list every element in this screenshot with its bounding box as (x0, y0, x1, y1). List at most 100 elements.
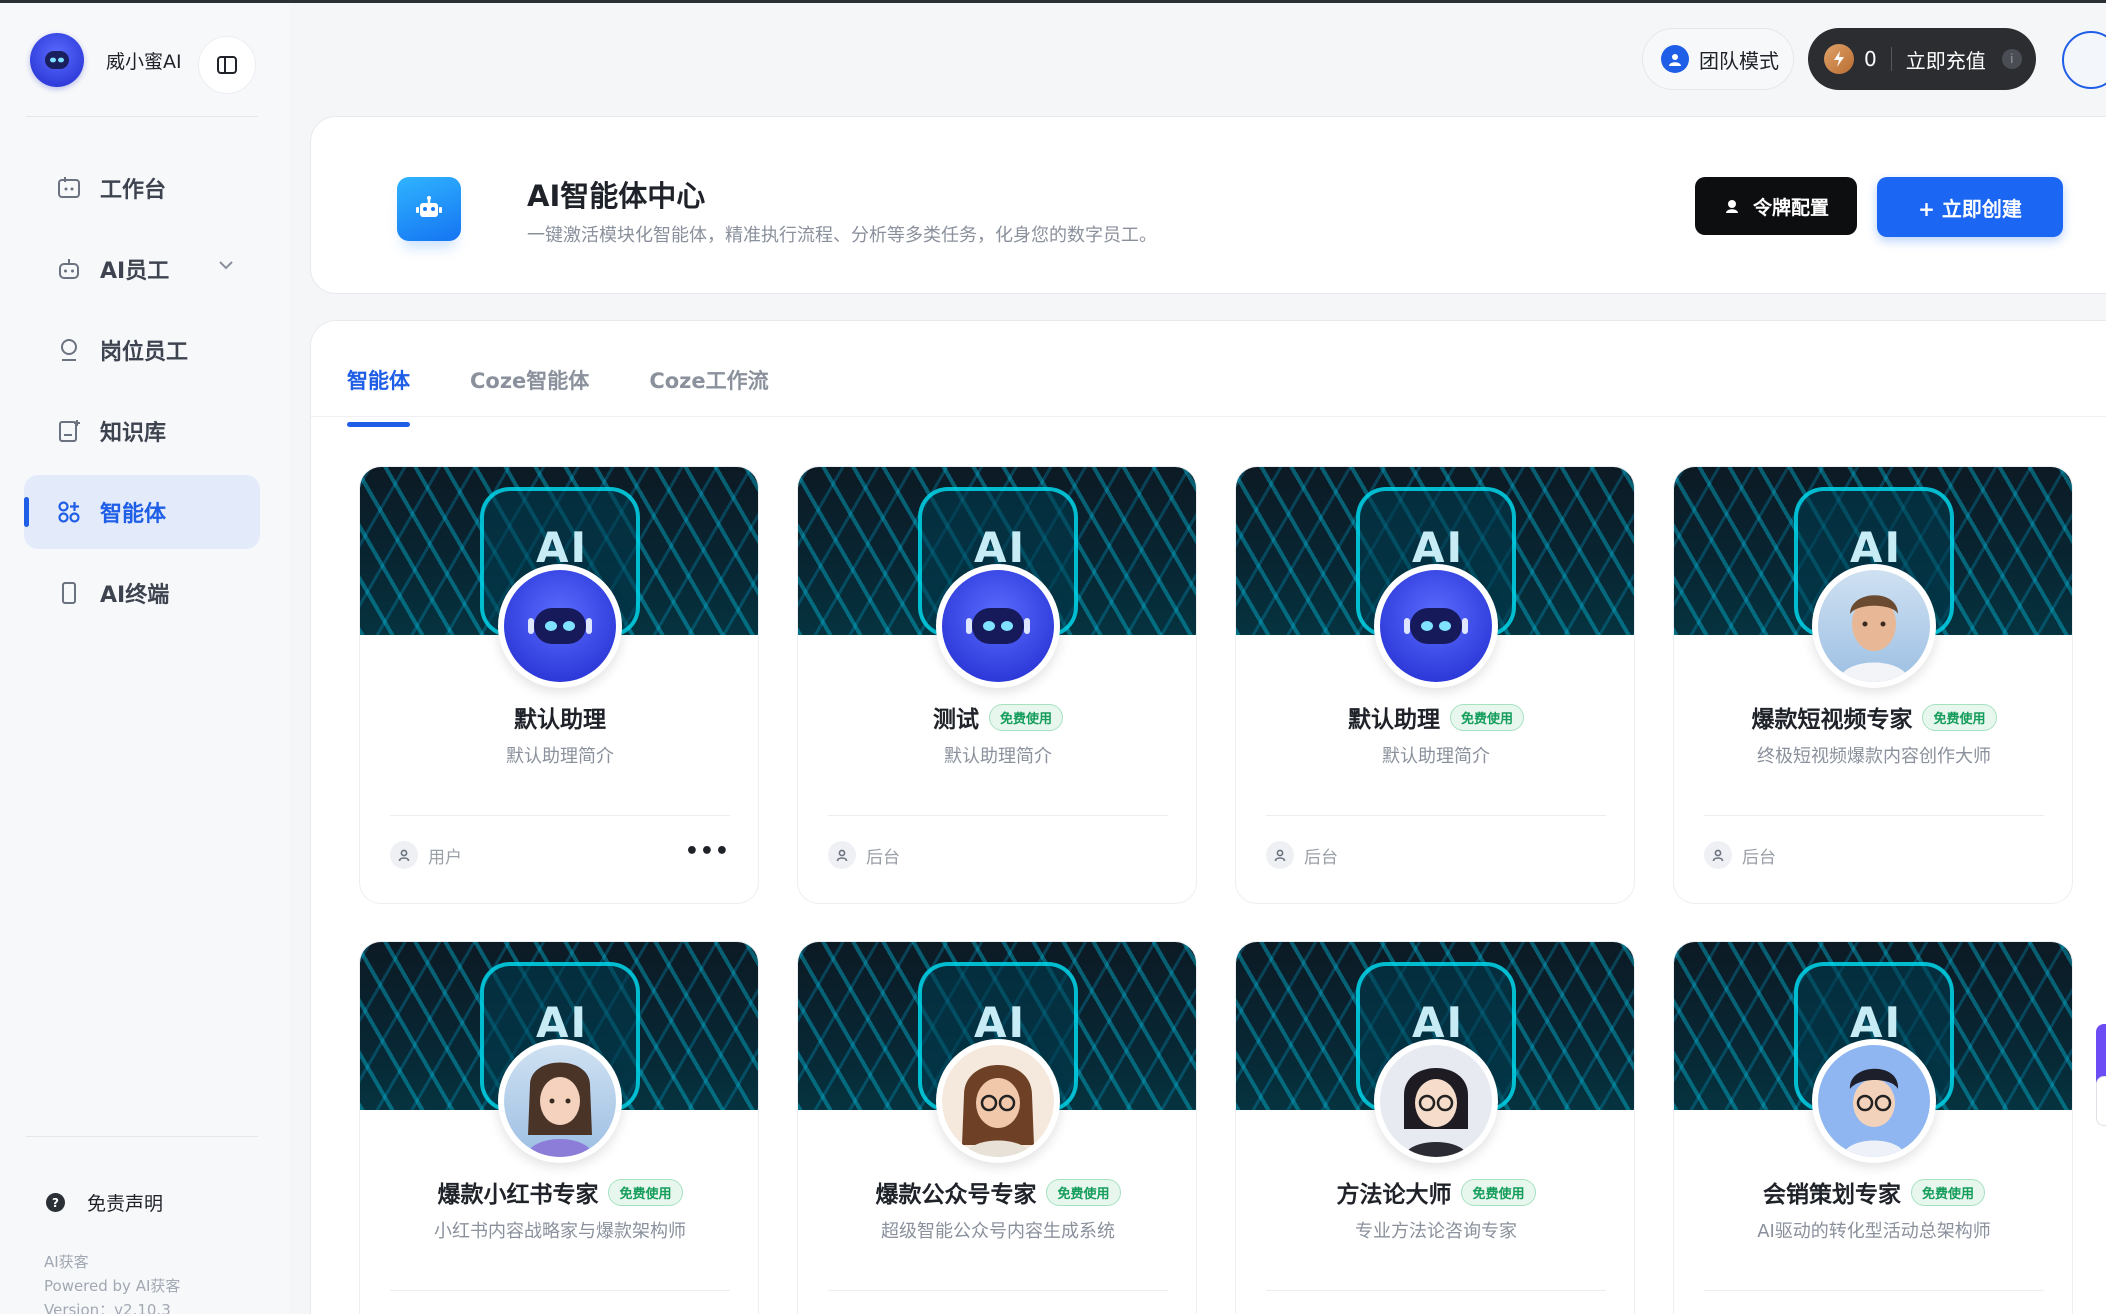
info-icon[interactable]: i (2001, 49, 2022, 69)
owner-label: 用户 (428, 847, 462, 868)
owner-label: 后台 (1742, 847, 1776, 868)
agent-description: AI驱动的转化型活动总架构师 (1757, 1221, 1991, 1242)
sidebar-item-ai-terminal[interactable]: AI终端 (24, 556, 260, 630)
sidebar-item-label: 知识库 (100, 421, 167, 446)
free-badge: 免费使用 (1910, 1178, 1985, 1206)
agent-title: 爆款短视频专家 (1751, 707, 1913, 733)
disclaimer-link[interactable]: ? 免责声明 (46, 1189, 163, 1216)
robot-icon (56, 256, 82, 282)
sidebar-item-label: 工作台 (100, 178, 167, 203)
free-badge: 免费使用 (1046, 1178, 1121, 1206)
agent-title-row: 爆款短视频专家 免费使用 (1674, 700, 2072, 734)
brand[interactable]: 威小蜜AI (30, 33, 182, 87)
agent-title: 爆款公众号专家 (875, 1182, 1037, 1208)
agent-title: 测试 (932, 707, 979, 733)
sidebar-item-workbench[interactable]: 工作台 (24, 151, 260, 225)
agent-center-robot-icon (397, 177, 461, 241)
sidebar-item-label: 岗位员工 (100, 340, 189, 365)
sidebar-item-agents[interactable]: 智能体 (24, 475, 260, 549)
agent-card[interactable]: AI 爆款公众号专家 免费使用 超级智能公众号内容生成系统 (797, 941, 1197, 1314)
agent-card[interactable]: AI 爆款小红书专家 免费使用 小红书内容战略家与爆款架构师 (359, 941, 759, 1314)
user-icon (1661, 45, 1689, 73)
agent-card[interactable]: AI 爆款短视频专家 免费使用 终极短视频爆款内容创作大师 后台 (1673, 466, 2073, 904)
card-divider (1704, 815, 2044, 816)
sidebar-item-position-staff[interactable]: 岗位员工 (24, 313, 260, 387)
sidebar-item-label: AI员工 (100, 259, 170, 284)
footer-version: Version：v2.10.3 (44, 1301, 171, 1314)
shield-user-icon (1725, 200, 1738, 213)
floating-side-tab-secondary[interactable] (2096, 1076, 2106, 1126)
agent-avatar (936, 564, 1060, 688)
tabs-divider (311, 416, 2106, 417)
sidebar-collapse-button[interactable] (198, 36, 256, 94)
sidebar: 威小蜜AI 工作台 AI员工 岗位员工 知识库 智能体 AI终端 ? 免责声明 … (0, 3, 290, 1314)
recharge-button[interactable]: 0 立即充值 i (1808, 28, 2036, 90)
question-icon: ? (46, 1193, 65, 1212)
team-mode-button[interactable]: 团队模式 (1642, 28, 1794, 90)
sidebar-divider (26, 116, 258, 117)
brand-logo-icon (30, 33, 84, 87)
credit-balance: 0 (1864, 47, 1877, 71)
free-badge: 免费使用 (1922, 703, 1997, 731)
card-divider (828, 1290, 1168, 1291)
sidebar-item-knowledge[interactable]: 知识库 (24, 394, 260, 468)
agent-avatar (936, 1039, 1060, 1163)
agent-avatar (1812, 564, 1936, 688)
owner-label: 后台 (1304, 847, 1338, 868)
agent-card[interactable]: AI 默认助理 默认助理简介 用户 ••• (359, 466, 759, 904)
agent-title: 默认助理 (1347, 707, 1440, 733)
agent-description: 专业方法论咨询专家 (1355, 1221, 1517, 1242)
agent-owner: 用户 (390, 841, 462, 869)
agent-description: 默认助理简介 (506, 746, 614, 767)
card-divider (1266, 815, 1606, 816)
more-options-icon[interactable]: ••• (685, 839, 730, 864)
create-agent-button[interactable]: + 立即创建 (1877, 177, 2063, 237)
card-divider (1266, 1290, 1606, 1291)
agent-owner: 后台 (828, 841, 900, 869)
agents-icon (56, 499, 82, 525)
free-badge: 免费使用 (1461, 1178, 1536, 1206)
card-divider (390, 1290, 730, 1291)
agent-title-row: 测试 免费使用 (798, 700, 1196, 734)
agent-title: 会销策划专家 (1762, 1182, 1901, 1208)
lightning-coin-icon (1824, 44, 1854, 74)
person-icon (56, 337, 82, 363)
sidebar-item-ai-staff[interactable]: AI员工 (24, 232, 260, 306)
agent-card[interactable]: AI 方法论大师 免费使用 专业方法论咨询专家 (1235, 941, 1635, 1314)
agent-title-row: 爆款公众号专家 免费使用 (798, 1175, 1196, 1209)
credit-separator (1890, 47, 1892, 71)
card-divider (828, 815, 1168, 816)
agent-description: 默认助理简介 (1382, 746, 1490, 767)
agent-card[interactable]: AI 默认助理 免费使用 默认助理简介 后台 (1235, 466, 1635, 904)
token-config-button[interactable]: 令牌配置 (1695, 177, 1857, 235)
disclaimer-label: 免责声明 (87, 1193, 164, 1215)
sidebar-item-label: AI终端 (100, 583, 170, 608)
agent-card[interactable]: AI 测试 免费使用 默认助理简介 后台 (797, 466, 1197, 904)
agent-owner: 后台 (1704, 841, 1776, 869)
agent-title-row: 默认助理 (360, 700, 758, 734)
owner-user-icon (390, 841, 418, 869)
phone-icon (56, 580, 82, 606)
agent-card[interactable]: AI 会销策划专家 免费使用 AI驱动的转化型活动总架构师 (1673, 941, 2073, 1314)
agents-panel: 智能体 Coze智能体 Coze工作流 AI 默认助理 默认助理简介 用户 ••• AI 测… (310, 320, 2106, 1314)
user-avatar[interactable] (2062, 31, 2106, 89)
agent-description: 终极短视频爆款内容创作大师 (1757, 746, 1991, 767)
page-title: AI智能体中心 (527, 179, 706, 213)
agent-title-row: 爆款小红书专家 免费使用 (360, 1175, 758, 1209)
agent-title-row: 方法论大师 免费使用 (1236, 1175, 1634, 1209)
agent-title: 爆款小红书专家 (437, 1182, 599, 1208)
agent-description: 默认助理简介 (944, 746, 1052, 767)
workbench-icon (56, 175, 82, 201)
card-divider (1704, 1290, 2044, 1291)
agent-avatar (1374, 564, 1498, 688)
page-subtitle: 一键激活模块化智能体，精准执行流程、分析等多类任务，化身您的数字员工。 (527, 225, 1157, 246)
token-config-label: 令牌配置 (1752, 196, 1829, 219)
create-agent-label: + 立即创建 (1918, 196, 2022, 221)
owner-user-icon (1266, 841, 1294, 869)
chevron-down-icon (219, 261, 233, 270)
agent-title-row: 默认助理 免费使用 (1236, 700, 1634, 734)
agent-title: 方法论大师 (1336, 1182, 1452, 1208)
free-badge: 免费使用 (988, 703, 1063, 731)
recharge-label: 立即充值 (1905, 48, 1986, 73)
free-badge: 免费使用 (1449, 703, 1524, 731)
